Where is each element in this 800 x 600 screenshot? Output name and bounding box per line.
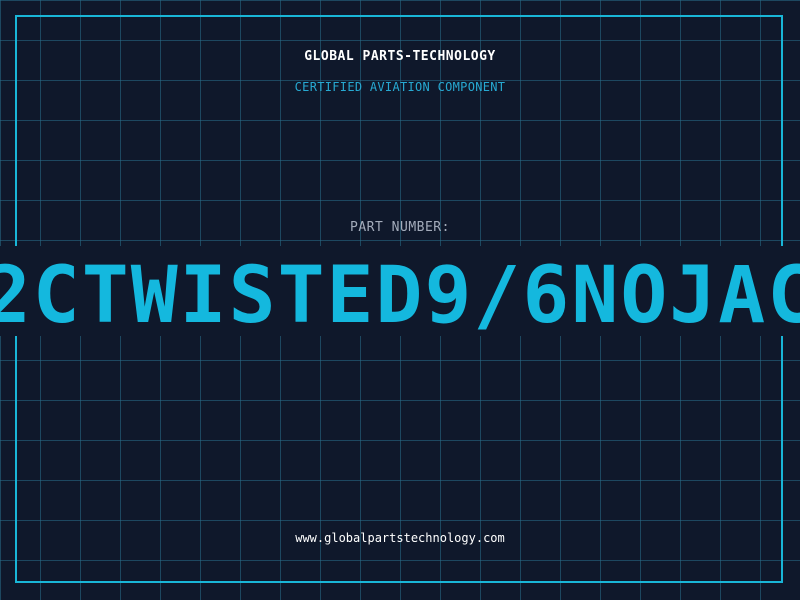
- part-number-value: S2CTWISTED9/6NOJACK: [0, 251, 800, 341]
- website-url: www.globalpartstechnology.com: [295, 531, 505, 545]
- company-name: GLOBAL PARTS-TECHNOLOGY: [304, 49, 496, 64]
- part-number-label: PART NUMBER:: [350, 220, 450, 235]
- certification-subtitle: CERTIFIED AVIATION COMPONENT: [294, 80, 506, 94]
- page: GLOBAL PARTS-TECHNOLOGY CERTIFIED AVIATI…: [0, 0, 800, 600]
